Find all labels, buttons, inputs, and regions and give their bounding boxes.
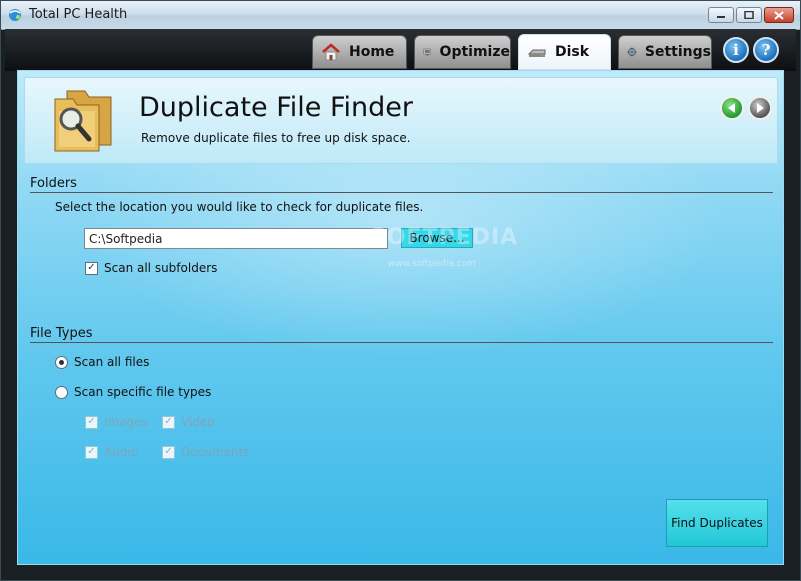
tab-settings-label: Settings [644, 44, 711, 60]
radio-selected-icon [55, 355, 68, 369]
radio-unselected-icon [55, 385, 68, 399]
checkbox-checked-icon: ✓ [85, 445, 98, 459]
tab-settings[interactable]: Settings [618, 35, 712, 69]
duplicate-folder-icon [54, 90, 112, 152]
page-header: Duplicate File Finder Remove duplicate f… [24, 77, 778, 164]
maximize-icon [744, 11, 754, 19]
help-button[interactable]: ? [753, 37, 779, 63]
app-logo-icon [9, 9, 21, 21]
tab-optimize[interactable]: Optimize [414, 35, 511, 69]
scan-all-files-label: Scan all files [74, 355, 150, 369]
scan-subfolders-label: Scan all subfolders [104, 261, 218, 275]
settings-icon [627, 47, 637, 57]
maximize-button[interactable] [736, 7, 762, 23]
tab-optimize-label: Optimize [439, 44, 510, 60]
type-video-label: Video [181, 415, 215, 429]
arrow-right-icon [757, 103, 764, 113]
minimize-button[interactable] [708, 7, 734, 23]
folder-path-input[interactable] [84, 228, 388, 249]
find-duplicates-button[interactable]: Find Duplicates [666, 499, 768, 547]
watermark-text: SOFTPEDIA [370, 225, 519, 250]
info-icon: i [733, 41, 739, 59]
type-audio-label: Audio [104, 445, 139, 459]
folders-description: Select the location you would like to ch… [55, 200, 424, 214]
help-icon: ? [761, 41, 771, 59]
minimize-icon [717, 16, 725, 18]
app-window: Total PC Health Home Optimize Disk Setti… [0, 0, 801, 581]
type-images-checkbox[interactable]: ✓ Images [85, 415, 148, 429]
close-icon [774, 10, 784, 20]
type-video-checkbox[interactable]: ✓ Video [162, 415, 215, 429]
scan-all-files-radio[interactable]: Scan all files [55, 355, 149, 369]
optimize-icon [423, 48, 431, 56]
checkbox-checked-icon: ✓ [85, 415, 98, 429]
info-button[interactable]: i [723, 37, 749, 63]
checkbox-checked-icon: ✓ [162, 415, 175, 429]
home-icon [322, 43, 340, 61]
back-button[interactable] [720, 96, 744, 120]
window-title: Total PC Health [29, 7, 128, 22]
scan-specific-types-label: Scan specific file types [74, 385, 212, 399]
type-documents-checkbox[interactable]: ✓ Documents [162, 445, 249, 459]
folders-divider [30, 192, 773, 193]
tab-home-label: Home [349, 44, 395, 60]
type-images-label: Images [104, 415, 148, 429]
checkbox-checked-icon: ✓ [162, 445, 175, 459]
forward-button[interactable] [748, 96, 772, 120]
tab-disk-label: Disk [555, 44, 590, 60]
close-button[interactable] [764, 7, 794, 23]
type-audio-checkbox[interactable]: ✓ Audio [85, 445, 138, 459]
scan-subfolders-checkbox[interactable]: ✓ Scan all subfolders [85, 261, 217, 275]
page-title: Duplicate File Finder [139, 92, 414, 123]
file-types-section-title: File Types [30, 326, 93, 341]
type-documents-label: Documents [181, 445, 250, 459]
file-types-divider [30, 342, 773, 343]
main-toolbar: Home Optimize Disk Settings i ? [5, 29, 796, 71]
page-subtitle: Remove duplicate files to free up disk s… [141, 131, 411, 145]
tab-disk[interactable]: Disk [518, 34, 611, 70]
main-panel: Duplicate File Finder Remove duplicate f… [17, 70, 784, 565]
window-controls [708, 7, 794, 23]
watermark-url: www.softpedia.com [388, 259, 476, 269]
disk-icon [527, 49, 546, 57]
scan-specific-types-radio[interactable]: Scan specific file types [55, 385, 211, 399]
folders-section-title: Folders [30, 176, 77, 191]
arrow-left-icon [728, 103, 735, 113]
checkbox-checked-icon: ✓ [85, 261, 98, 275]
tab-home[interactable]: Home [312, 35, 407, 69]
title-bar: Total PC Health [1, 1, 800, 30]
